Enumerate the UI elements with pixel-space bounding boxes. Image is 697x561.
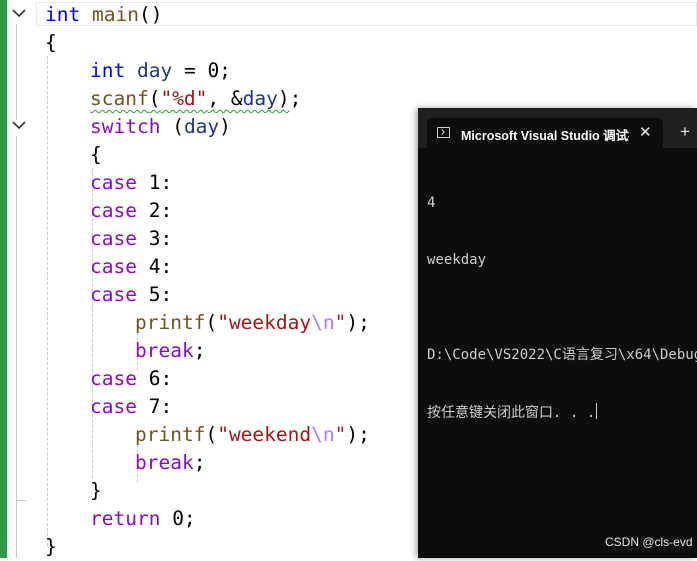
code-line[interactable]: printf("weekday\n"); (135, 309, 370, 337)
console-line: 按任意键关闭此窗口. . . (427, 403, 697, 423)
console-line: 4 (427, 195, 436, 211)
code-token: ); (346, 423, 370, 446)
code-token: main (91, 3, 139, 26)
code-token: 0; (160, 507, 196, 530)
code-line[interactable]: break; (135, 337, 205, 365)
code-token: ( (160, 115, 184, 138)
code-token: case (90, 171, 137, 194)
code-line[interactable]: } (90, 477, 102, 505)
console-tab[interactable]: Microsoft Visual Studio 调试控制台 ✕ (427, 118, 663, 148)
code-line[interactable]: return 0; (90, 505, 196, 533)
code-token: case (90, 395, 137, 418)
console-tab-bar: Microsoft Visual Studio 调试控制台 ✕ + (418, 108, 697, 148)
code-token: " (334, 311, 347, 334)
code-line[interactable]: case 4: (90, 253, 172, 281)
code-token: return (90, 507, 161, 530)
code-token: ; (289, 87, 302, 110)
code-line[interactable]: int main() (45, 1, 162, 29)
code-token: case (90, 199, 137, 222)
code-token: ( (205, 311, 218, 334)
code-line[interactable]: break; (135, 449, 205, 477)
code-token: case (90, 283, 137, 306)
outline-line-main-end (16, 500, 17, 558)
code-line[interactable]: case 7: (90, 393, 172, 421)
text-cursor (596, 403, 598, 419)
code-token: ( (205, 423, 218, 446)
code-token: case (90, 367, 137, 390)
code-token: break (135, 339, 194, 362)
code-token: break (135, 451, 194, 474)
code-line[interactable]: switch (day) (90, 113, 231, 141)
code-line[interactable]: case 6: (90, 365, 172, 393)
code-token: { (45, 31, 57, 54)
code-token: case (90, 255, 137, 278)
code-token: ; (193, 339, 206, 362)
gutter (7, 0, 10, 558)
code-token: int (45, 3, 81, 26)
code-token: ; (193, 451, 206, 474)
watermark: CSDN @cls-evd (605, 535, 693, 549)
change-indicator-bar (0, 0, 7, 558)
outline-line-main (16, 24, 17, 120)
code-token: switch (90, 115, 161, 138)
code-token: = 0; (172, 59, 231, 82)
code-line[interactable]: case 5: (90, 281, 172, 309)
code-token: \n (311, 423, 335, 446)
terminal-icon (437, 127, 450, 138)
code-token: () (138, 3, 163, 26)
code-token: 6: (136, 367, 173, 390)
indent-guide (47, 56, 48, 546)
code-token: "weekend (217, 423, 312, 446)
close-icon[interactable]: ✕ (639, 123, 652, 141)
console-output[interactable]: 4 weekday D:\Code\VS2022\C语言复习\x64\Debug… (427, 156, 697, 461)
code-token: " (334, 423, 347, 446)
code-token: 5: (136, 283, 173, 306)
code-line[interactable]: { (45, 29, 57, 57)
code-token: scanf("%d", &day) (90, 87, 290, 110)
code-line[interactable]: } (45, 533, 57, 561)
code-line[interactable]: case 1: (90, 169, 172, 197)
code-token: { (90, 143, 102, 166)
code-line[interactable]: int day = 0; (90, 57, 231, 85)
code-line[interactable]: case 3: (90, 225, 172, 253)
code-token: day (183, 115, 220, 138)
code-token: 2: (136, 199, 173, 222)
code-line[interactable]: scanf("%d", &day); (90, 85, 301, 113)
code-token: int (90, 59, 126, 82)
collapse-main-chevron-icon[interactable] (10, 7, 28, 21)
code-token: printf (135, 311, 206, 334)
code-token: } (90, 479, 102, 502)
code-token: 1: (136, 171, 173, 194)
code-token: 4: (136, 255, 173, 278)
console-tab-title: Microsoft Visual Studio 调试控制台 (461, 129, 629, 143)
code-token: ) (219, 115, 231, 138)
code-token: 7: (136, 395, 173, 418)
code-token: 3: (136, 227, 173, 250)
code-token: } (45, 535, 57, 558)
code-token: "weekday (217, 311, 312, 334)
code-token: ); (346, 311, 370, 334)
code-token: case (90, 227, 137, 250)
code-line[interactable]: printf("weekend\n"); (135, 421, 370, 449)
console-line: weekday (427, 252, 487, 268)
code-line[interactable]: { (90, 141, 102, 169)
code-line[interactable]: case 2: (90, 197, 172, 225)
outline-end-switch (16, 500, 26, 501)
debug-console-window[interactable]: Microsoft Visual Studio 调试控制台 ✕ + 4 week… (418, 108, 697, 558)
code-token: printf (135, 423, 206, 446)
code-token: \n (311, 311, 335, 334)
code-token: day (136, 59, 173, 82)
new-tab-button[interactable]: + (680, 122, 690, 142)
collapse-switch-chevron-icon[interactable] (10, 119, 28, 133)
console-line: D:\Code\VS2022\C语言复习\x64\Debug\C语言复习.exe (427, 347, 697, 363)
console-prompt-text: 按任意键关闭此窗口. . . (427, 405, 596, 421)
outline-line-switch (16, 136, 17, 500)
